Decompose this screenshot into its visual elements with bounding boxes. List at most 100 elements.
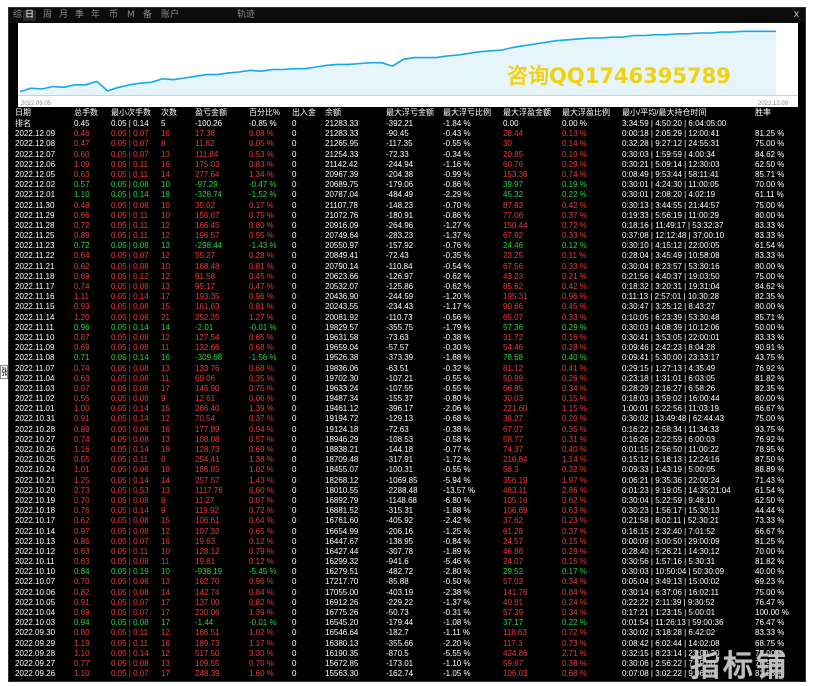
table-row[interactable]: 2022.11.18 0.69 0.05 | 0.12 12 91.58 0.45 % 0 2… bbox=[9, 272, 805, 282]
table-row[interactable]: 2022.10.07 0.70 0.05 | 0.08 13 162.70 0.96 % 0… bbox=[9, 577, 805, 587]
header-10[interactable]: 最大浮盈金额 bbox=[503, 108, 563, 118]
table-cell-2: 0.05 | 0.11 bbox=[111, 546, 149, 556]
table-row[interactable]: 2022.12.07 0.60 0.05 | 0.07 13 111.84 0.53 % 0… bbox=[9, 149, 805, 160]
table-row[interactable]: 2022.11.14 1.20 0.05 | 0.08 21 252.35 1.27 % 0… bbox=[9, 313, 805, 323]
table-row[interactable]: 2022.10.18 0.76 0.05 | 0.14 9 119.92 0.72 % 0 1… bbox=[9, 506, 805, 516]
table-row[interactable]: 2022.10.04 0.69 0.05 | 0.07 17 230.06 1.39 % 0… bbox=[9, 608, 805, 618]
table-row[interactable]: 2022.11.01 1.00 0.05 | 0.14 15 266.40 1.39 % 0… bbox=[9, 404, 805, 414]
tab-6[interactable]: 币 bbox=[107, 10, 120, 21]
table-row[interactable]: 2022.10.12 0.63 0.05 | 0.11 10 128.12 0.79 % 0… bbox=[9, 546, 805, 557]
table-row[interactable]: 2022.10.03 0.94 0.05 | 0.08 17 -1.44 -0.01 % 0… bbox=[9, 618, 805, 628]
table-cell-9: -1.20 % bbox=[443, 292, 471, 302]
table-row[interactable]: 2022.11.11 0.96 0.05 | 0.14 14 -2.01 -0.01 % 0… bbox=[9, 323, 805, 333]
tab-11[interactable]: 轨迹 bbox=[235, 10, 257, 21]
table-row[interactable]: 2022.10.27 0.74 0.05 | 0.08 13 108.08 0.57 % 0… bbox=[9, 435, 805, 445]
table-row[interactable]: 2022.12.06 1.09 0.05 | 0.11 16 175.03 0.83 % 0… bbox=[9, 160, 805, 170]
table-cell-10: 20.85 bbox=[503, 149, 524, 159]
header-7[interactable]: 余额 bbox=[325, 108, 385, 118]
tab-5[interactable]: 年 bbox=[89, 10, 102, 21]
table-row[interactable]: 2022.11.07 0.74 0.05 | 0.08 13 133.76 0.68 % 0… bbox=[9, 364, 805, 374]
table-cell-8: -482.72 bbox=[386, 567, 414, 577]
table-cell-10: 66.85 bbox=[503, 383, 524, 393]
watermark: 指标铺 bbox=[690, 649, 789, 684]
table-cell-4: -97.29 bbox=[195, 180, 218, 190]
header-12[interactable]: 最小/平均/最大持仓时间 bbox=[622, 108, 752, 118]
table-row[interactable]: 2022.10.31 0.91 0.05 | 0.14 12 70.54 0.37 % 0 1… bbox=[9, 414, 805, 424]
header-8[interactable]: 最大浮亏金额 bbox=[386, 108, 446, 118]
header-4[interactable]: 盈亏金额 bbox=[195, 108, 251, 118]
table-row[interactable]: 2022.10.20 2.73 0.05 | 0.53 13 1117.76 6.60 %… bbox=[9, 486, 805, 496]
table-row[interactable]: 2022.10.21 1.25 0.05 | 0.14 14 257.57 1.43 % 0… bbox=[9, 476, 805, 486]
tab-1[interactable]: 日 bbox=[23, 10, 37, 21]
table-cell-2: 0.05 | 0.07 bbox=[111, 597, 149, 607]
table-row[interactable]: 2022.11.09 0.69 0.05 | 0.08 11 132.66 0.68 % 0… bbox=[9, 343, 805, 353]
table-cell-0: 2022.11.28 bbox=[15, 220, 55, 230]
table-row[interactable]: 2022.11.04 0.63 0.05 | 0.08 11 69.06 0.35 % 0 1… bbox=[9, 373, 805, 384]
table-row[interactable]: 2022.11.16 1.11 0.05 | 0.14 17 193.35 0.96 % 0… bbox=[9, 292, 805, 302]
table-cell-7: 20550.97 bbox=[325, 241, 359, 251]
table-row[interactable]: 2022.10.26 1.16 0.05 | 0.14 19 128.73 0.69 % 0… bbox=[9, 445, 805, 455]
table-cell-11: 0.15 % bbox=[562, 394, 587, 404]
table-cell-12: 0:30:01 | 4:24:30 | 11:00:05 bbox=[622, 180, 719, 190]
table-row[interactable]: 2022.11.17 0.74 0.05 | 0.08 13 95.17 0.47 % 0 2… bbox=[9, 282, 805, 292]
table-cell-7: 19702.30 bbox=[325, 373, 359, 383]
table-row[interactable]: 2022.10.28 0.89 0.05 | 0.08 16 177.89 0.94 % 0… bbox=[9, 425, 805, 435]
table-cell-13: 75.00 % bbox=[755, 587, 785, 597]
table-row[interactable]: 2022.11.22 0.64 0.05 | 0.07 12 55.27 0.28 % 0 2… bbox=[9, 251, 805, 261]
table-row[interactable]: 2022.10.05 0.91 0.05 | 0.07 17 137.00 0.82 % 0… bbox=[9, 597, 805, 608]
table-row[interactable]: 2022.10.17 0.62 0.05 | 0.08 15 106.61 0.64 % 0… bbox=[9, 516, 805, 526]
table-cell-4: 55.27 bbox=[195, 251, 216, 261]
table-row[interactable]: 2022.12.05 0.63 0.05 | 0.11 14 277.64 1.34 % 0… bbox=[9, 170, 805, 180]
table-cell-10: 23.25 bbox=[503, 251, 524, 261]
table-cell-4: 95.17 bbox=[195, 282, 216, 291]
table-cell-11: 0.72 % bbox=[562, 220, 587, 230]
tab-8[interactable]: 备 bbox=[141, 10, 154, 21]
table-row[interactable]: 2022.11.10 0.87 0.05 | 0.08 12 127.54 0.65 % 0… bbox=[9, 333, 805, 343]
table-row[interactable]: 2022.11.03 0.97 0.05 | 0.08 17 145.90 0.75 % 0… bbox=[9, 383, 805, 394]
tab-9[interactable]: 账户 bbox=[159, 10, 181, 21]
header-11[interactable]: 最大浮盈比例 bbox=[562, 108, 622, 118]
tab-2[interactable]: 周 bbox=[41, 10, 54, 21]
tab-3[interactable]: 月 bbox=[57, 10, 70, 21]
table-row[interactable]: 2022.10.14 0.97 0.05 | 0.08 12 107.32 0.65 % 0… bbox=[9, 527, 805, 537]
table-row[interactable]: 2022.12.01 1.10 0.05 | 0.14 18 -328.74 -1.52 … bbox=[9, 190, 805, 200]
summary-row[interactable]: 排名 0.45 0.05 | 0.14 5 -100.26 -0.85 % 0 21283.3… bbox=[9, 119, 805, 129]
table-row[interactable]: 2022.11.29 0.66 0.05 | 0.11 10 156.67 0.75 % 0… bbox=[9, 211, 805, 221]
table-row[interactable]: 2022.11.15 0.93 0.05 | 0.08 15 161.63 0.81 % 0… bbox=[9, 302, 805, 312]
table-cell-4: 161.63 bbox=[195, 302, 220, 312]
table-cell-8: -157.92 bbox=[386, 241, 414, 251]
table-row[interactable]: 2022.10.13 0.85 0.05 | 0.07 16 19.63 0.12 % 0 1… bbox=[9, 537, 805, 547]
close-icon[interactable]: x bbox=[791, 9, 802, 20]
table-row[interactable]: 2022.11.23 0.72 0.05 | 0.08 13 -298.44 -1.43 … bbox=[9, 241, 805, 251]
table-row[interactable]: 2022.12.08 0.47 0.05 | 0.07 8 11.62 0.05 % 0 21… bbox=[9, 139, 805, 149]
table-cell-7: 20689.75 bbox=[325, 180, 359, 190]
table-cell-10: 106.03 bbox=[503, 669, 528, 679]
tab-7[interactable]: M bbox=[125, 10, 137, 21]
table-row[interactable]: 2022.10.25 0.55 0.05 | 0.11 8 254.41 1.38 % 0 1… bbox=[9, 455, 805, 465]
header-13[interactable]: 胜率 bbox=[755, 108, 805, 118]
table-row[interactable]: 2022.09.27 0.77 0.05 | 0.08 13 109.55 0.70 % 0… bbox=[9, 659, 805, 669]
table-cell-4: 168.48 bbox=[195, 261, 220, 271]
tab-4[interactable]: 季 bbox=[73, 10, 86, 21]
table-row[interactable]: 2022.09.30 0.80 0.05 | 0.11 12 166.51 1.02 % 0… bbox=[9, 628, 805, 638]
table-row[interactable]: 2022.10.19 0.70 0.05 | 0.08 8 11.27 0.07 % 0 16… bbox=[9, 496, 805, 506]
table-row[interactable]: 2022.11.02 0.55 0.05 | 0.08 9 12.61 0.06 % 0 19… bbox=[9, 394, 805, 404]
table-row[interactable]: 2022.10.24 1.01 0.05 | 0.08 18 186.85 1.02 % 0… bbox=[9, 465, 805, 475]
table-row[interactable]: 2022.10.06 0.82 0.05 | 0.08 14 142.74 0.84 % 0… bbox=[9, 587, 805, 598]
table-row[interactable]: 2022.10.10 0.84 0.05 | 0.19 10 -938.19 -5.45 … bbox=[9, 567, 805, 577]
table-row[interactable]: 2022.11.21 0.62 0.05 | 0.08 10 168.48 0.81 % 0… bbox=[9, 261, 805, 272]
table-cell-8: -405.92 bbox=[386, 516, 414, 526]
header-9[interactable]: 最大浮亏比例 bbox=[443, 108, 503, 118]
table-row[interactable]: 2022.11.25 0.89 0.05 | 0.11 12 196.57 0.95 % 0… bbox=[9, 231, 805, 241]
table-row[interactable]: 2022.09.29 1.19 0.05 | 0.11 16 189.73 1.17 % 0… bbox=[9, 639, 805, 649]
header-2[interactable]: 最小次手数 bbox=[111, 108, 161, 118]
table-row[interactable]: 2022.11.28 0.72 0.05 | 0.11 12 166.45 0.80 % 0… bbox=[9, 220, 805, 231]
table-row[interactable]: 2022.12.02 0.57 0.05 | 0.08 10 -97.29 -0.47 %… bbox=[9, 180, 805, 190]
table-row[interactable]: 2022.10.11 0.63 0.05 | 0.08 11 19.81 0.12 % 0 1… bbox=[9, 557, 805, 567]
table-row[interactable]: 2022.09.28 1.10 0.05 | 0.14 12 517.50 3.30 % 0… bbox=[9, 649, 805, 659]
table-row[interactable]: 2022.09.26 1.10 0.05 | 0.07 17 248.39 1.60 % 0… bbox=[9, 669, 805, 679]
table-row[interactable]: 2022.12.09 0.46 0.05 | 0.07 16 17.38 0.08 % 0 2… bbox=[9, 129, 805, 139]
table-row[interactable]: 2022.11.30 0.48 0.05 | 0.08 10 35.02 0.17 % 0 2… bbox=[9, 201, 805, 211]
header-0[interactable]: 日期 bbox=[15, 108, 73, 118]
table-row[interactable]: 2022.11.08 0.71 0.05 | 0.14 16 -309.68 -1.56 … bbox=[9, 353, 805, 363]
